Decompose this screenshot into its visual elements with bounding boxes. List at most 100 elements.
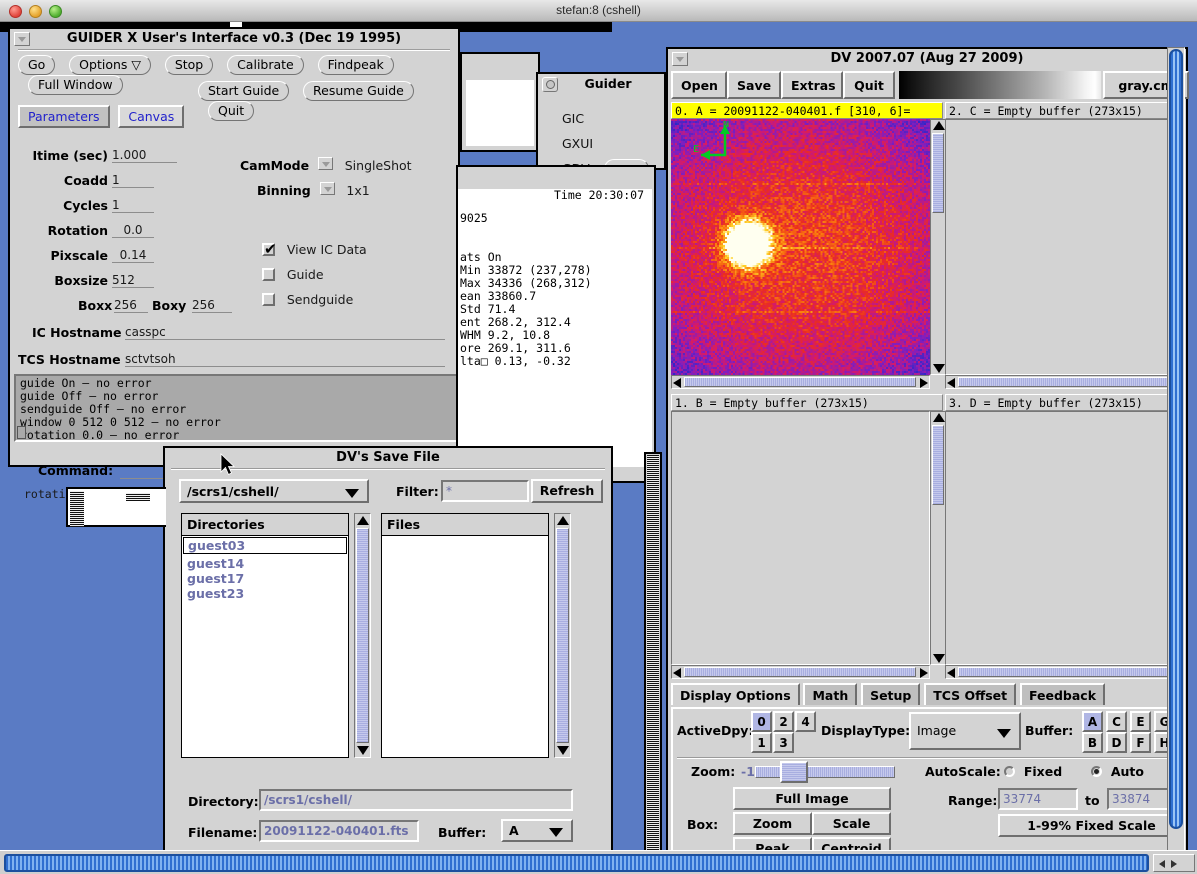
buffer-e-button[interactable]: E	[1130, 711, 1151, 732]
directory-item-guest14[interactable]: guest14	[182, 556, 348, 571]
guider-popup-menu-icon[interactable]	[542, 77, 558, 92]
stop-button[interactable]: Stop	[165, 55, 213, 75]
guider-log-output[interactable]: guide On — no error guide Off — no error…	[14, 374, 458, 442]
directory-input[interactable]: /scrs1/cshell/	[259, 789, 573, 811]
dv-buffer-1-header[interactable]: 1. B = Empty buffer (273x15)	[671, 394, 943, 411]
autoscale-auto-radio-icon[interactable]	[1091, 766, 1102, 777]
directories-listbox[interactable]: Directories guest03 guest14 guest17 gues…	[181, 513, 349, 758]
directories-vscrollbar[interactable]	[354, 513, 371, 758]
window-menu-icon[interactable]	[14, 32, 30, 46]
left-arrow-icon[interactable]	[1159, 860, 1165, 868]
tab-setup[interactable]: Setup	[861, 683, 920, 705]
sendguide-checkbox-icon[interactable]	[262, 293, 275, 306]
displaytype-dropdown[interactable]: Image	[909, 712, 1021, 750]
view-ic-data-checkbox-icon[interactable]	[262, 243, 275, 256]
filename-input[interactable]: 20091122-040401.fts	[259, 820, 419, 842]
dv-image-vscrollbar-0[interactable]	[930, 119, 946, 375]
side-scroll-thumb[interactable]	[647, 455, 659, 850]
scroll-up-arrow-icon[interactable]	[557, 516, 569, 525]
files-vscroll-thumb[interactable]	[556, 528, 569, 743]
right-arrow-icon[interactable]	[1171, 860, 1177, 868]
side-scroll-strip[interactable]	[644, 452, 662, 872]
checkbox-row-sendguide[interactable]: Sendguide	[262, 292, 367, 317]
full-window-button[interactable]: Full Window	[28, 75, 123, 95]
full-image-button[interactable]: Full Image	[733, 787, 891, 810]
tab-math[interactable]: Math	[803, 683, 857, 705]
tab-parameters[interactable]: Parameters	[18, 105, 110, 128]
path-combobox[interactable]: /scrs1/cshell/	[179, 479, 369, 503]
scroll-down-arrow-icon[interactable]	[357, 746, 369, 755]
chevron-down-icon[interactable]	[345, 489, 359, 498]
directories-vscroll-thumb[interactable]	[356, 528, 369, 743]
itime-input[interactable]: 1.000	[112, 148, 177, 163]
dv-image-hscroll-thumb-3[interactable]	[958, 667, 1172, 677]
quit-button[interactable]: Quit	[208, 101, 254, 121]
scroll-left-arrow-icon[interactable]	[947, 378, 955, 388]
scroll-up-arrow-icon[interactable]	[933, 121, 945, 130]
dv-buffer-3-header[interactable]: 3. D = Empty buffer (273x15)	[945, 394, 1185, 411]
activedpy-4-button[interactable]: 4	[795, 711, 816, 732]
directory-item-guest03[interactable]: guest03	[183, 537, 347, 554]
tcs-hostname-input[interactable]: sctvtsoh	[125, 352, 445, 367]
dv-image-display-1[interactable]	[671, 411, 930, 665]
dv-window-menu-icon[interactable]	[672, 52, 688, 66]
tab-tcs-offset[interactable]: TCS Offset	[924, 683, 1016, 705]
taskbar-arrows[interactable]	[1153, 854, 1195, 872]
dv-outer-vscroll-thumb[interactable]	[1169, 49, 1183, 829]
guide-checkbox-icon[interactable]	[262, 268, 275, 281]
binning-dropdown-icon[interactable]	[320, 182, 335, 195]
tab-display-options[interactable]: Display Options	[671, 683, 800, 705]
files-listbox[interactable]: Files	[381, 513, 549, 758]
resume-guide-button[interactable]: Resume Guide	[303, 81, 414, 101]
dv-image-display-0[interactable]: N E	[671, 119, 930, 375]
activedpy-2-button[interactable]: 2	[773, 711, 794, 732]
menu-item-gxui[interactable]: GXUI	[562, 131, 593, 156]
scroll-right-arrow-icon[interactable]	[920, 378, 928, 388]
boxy-input[interactable]: 256	[192, 298, 232, 313]
dv-image-vscroll-thumb-1[interactable]	[932, 425, 944, 505]
buffer-f-button[interactable]: F	[1130, 732, 1151, 753]
stats-text-area[interactable]: Time 20:30:07 9025 ats On Min 33872 (237…	[458, 189, 652, 467]
directory-item-guest23[interactable]: guest23	[182, 586, 348, 601]
dv-image-hscrollbar-2[interactable]	[945, 375, 1185, 389]
dv-image-hscrollbar-0[interactable]	[671, 375, 930, 389]
zoom-slider-track[interactable]	[755, 766, 895, 778]
autoscale-auto-option[interactable]: Auto	[1091, 764, 1144, 779]
files-vscrollbar[interactable]	[554, 513, 571, 758]
dv-extras-button[interactable]: Extras	[781, 71, 843, 99]
boxsize-input[interactable]: 512	[112, 273, 154, 288]
cammode-dropdown-icon[interactable]	[318, 157, 333, 170]
buffer-b-button[interactable]: B	[1082, 732, 1103, 753]
pixscale-input[interactable]: 0.14	[112, 248, 154, 263]
chevron-down-icon[interactable]	[549, 828, 563, 837]
findpeak-button[interactable]: Findpeak	[318, 55, 394, 75]
dv-image-hscroll-thumb-1[interactable]	[684, 667, 916, 677]
filter-input[interactable]: *	[441, 480, 529, 502]
chevron-down-icon[interactable]	[997, 729, 1011, 738]
dv-image-hscroll-thumb-0[interactable]	[684, 377, 916, 387]
scroll-down-arrow-icon[interactable]	[557, 746, 569, 755]
buffer-c-button[interactable]: C	[1106, 711, 1127, 732]
rotation-input[interactable]: 0.0	[112, 223, 154, 238]
scroll-up-arrow-icon[interactable]	[357, 516, 369, 525]
directory-item-guest17[interactable]: guest17	[182, 571, 348, 586]
calibrate-button[interactable]: Calibrate	[227, 55, 304, 75]
refresh-button[interactable]: Refresh	[531, 479, 603, 503]
go-button[interactable]: Go	[18, 55, 55, 75]
scroll-down-arrow-icon[interactable]	[933, 654, 945, 663]
dv-image-hscroll-thumb-2[interactable]	[958, 377, 1172, 387]
activedpy-1-button[interactable]: 1	[751, 732, 772, 753]
start-guide-button[interactable]: Start Guide	[198, 81, 289, 101]
dv-image-display-2[interactable]	[945, 119, 1185, 375]
tab-canvas[interactable]: Canvas	[118, 105, 184, 128]
dv-outer-vscrollbar[interactable]	[1167, 47, 1185, 874]
checkbox-row-guide[interactable]: Guide	[262, 267, 367, 292]
cycles-input[interactable]: 1	[112, 198, 154, 213]
dv-save-button[interactable]: Save	[727, 71, 781, 99]
dv-image-vscrollbar-1[interactable]	[930, 411, 946, 665]
dv-colorbar[interactable]	[899, 71, 1101, 99]
boxx-input[interactable]: 256	[114, 298, 148, 313]
fixed-scale-button[interactable]: 1-99% Fixed Scale	[998, 814, 1185, 837]
dv-open-button[interactable]: Open	[671, 71, 727, 99]
scroll-left-arrow-icon[interactable]	[673, 378, 681, 388]
